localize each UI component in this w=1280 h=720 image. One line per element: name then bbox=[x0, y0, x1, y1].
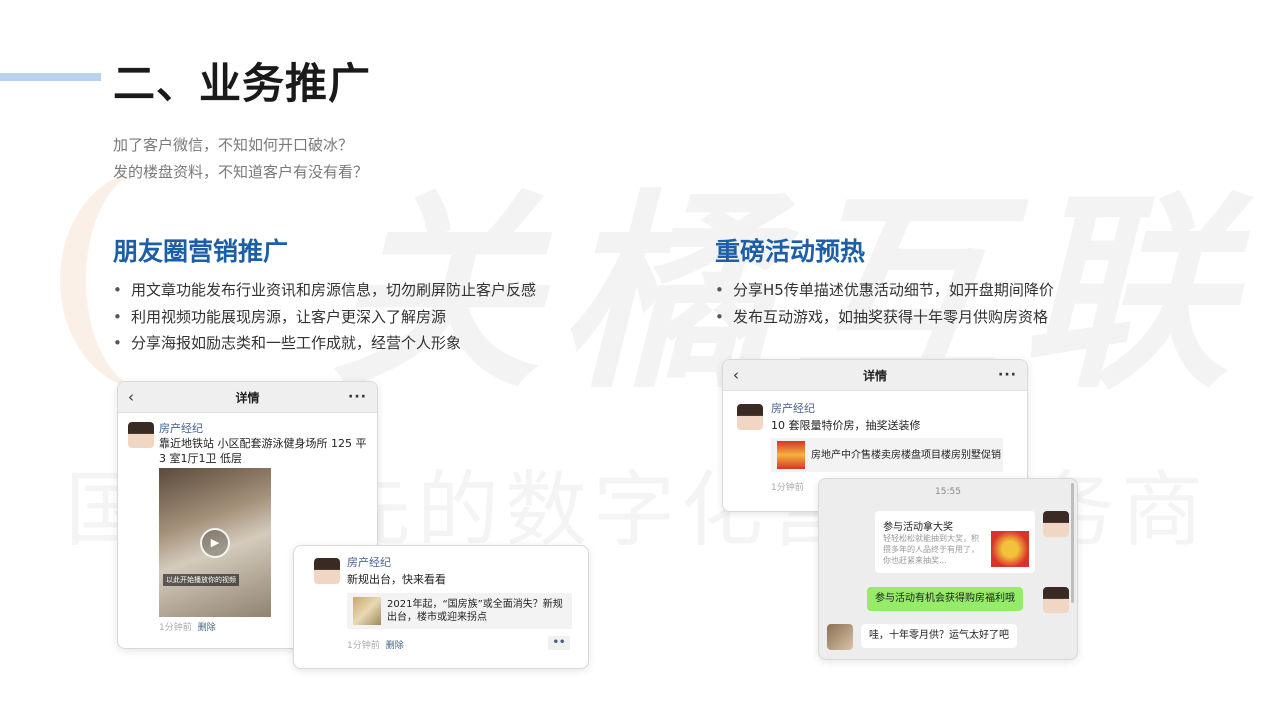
bullet-item: 发布互动游戏，如抽奖获得十年零月供购房资格 bbox=[715, 304, 1054, 331]
more-options-icon[interactable]: ··· bbox=[347, 389, 367, 405]
post-meta: 1分钟前 删除 bbox=[159, 620, 216, 633]
intro-line: 发的楼盘资料，不知道客户有没有看？ bbox=[113, 163, 369, 181]
post-time: 1分钟前 bbox=[771, 483, 804, 493]
promo-title: 房地产中介售楼卖房楼盘项目楼房别墅促销 bbox=[811, 449, 1001, 461]
lottery-thumbnail bbox=[991, 531, 1029, 567]
activity-bullet-list: 分享H5传单描述优惠活动细节，如开盘期间降价 发布互动游戏，如抽奖获得十年零月供… bbox=[715, 277, 1054, 330]
section-title-activity: 重磅活动预热 bbox=[715, 237, 866, 266]
more-options-icon[interactable]: ··· bbox=[997, 367, 1017, 383]
delete-link[interactable]: 删除 bbox=[386, 641, 404, 651]
card-header-title: 详情 bbox=[235, 390, 260, 405]
avatar bbox=[1043, 511, 1069, 537]
avatar bbox=[128, 422, 154, 448]
post-time: 1分钟前 bbox=[159, 623, 192, 633]
article-thumbnail bbox=[353, 597, 381, 625]
moments-bullet-list: 用文章功能发布行业资讯和房源信息，切勿刷屏防止客户反感 利用视频功能展现房源，让… bbox=[113, 277, 536, 357]
card-header-title: 详情 bbox=[862, 368, 887, 383]
video-caption: 以此开始播放你的视频 bbox=[163, 574, 239, 586]
post-time: 1分钟前 bbox=[347, 641, 380, 651]
video-thumbnail[interactable]: ▶ 以此开始播放你的视频 bbox=[159, 468, 271, 617]
back-arrow-icon[interactable]: ‹ bbox=[128, 388, 148, 406]
article-title: 2021年起，“国房族”或全面消失？新规出台，楼市或迎来拐点 bbox=[387, 599, 563, 623]
title-accent-line bbox=[0, 73, 101, 81]
card-header: ‹ 详情 ··· bbox=[118, 382, 377, 413]
chat-window: 15:55 参与活动拿大奖 轻轻松松就能抽到大奖，积攒多年的人品终于有用了，你也… bbox=[818, 478, 1078, 660]
card-header: ‹ 详情 ··· bbox=[723, 360, 1027, 391]
activity-share-card[interactable]: 参与活动拿大奖 轻轻松松就能抽到大奖，积攒多年的人品终于有用了，你也赶紧来抽奖.… bbox=[875, 511, 1035, 573]
avatar bbox=[1043, 587, 1069, 613]
poster-name[interactable]: 房产经纪 bbox=[347, 554, 391, 570]
intro-text: 加了客户微信，不知如何开口破冰？ 发的楼盘资料，不知道客户有没有看？ bbox=[113, 132, 368, 186]
share-card-title: 参与活动拿大奖 bbox=[883, 522, 953, 533]
promo-link[interactable]: 房地产中介售楼卖房楼盘项目楼房别墅促销 bbox=[771, 438, 1003, 472]
chat-message-reply: 哇，十年零月供？运气太好了吧 bbox=[861, 624, 1017, 648]
play-icon[interactable]: ▶ bbox=[200, 528, 230, 558]
intro-line: 加了客户微信，不知如何开口破冰？ bbox=[113, 136, 354, 154]
poster-name[interactable]: 房产经纪 bbox=[771, 400, 815, 416]
post-text: 新规出台，快来看看 bbox=[347, 573, 446, 586]
customer-avatar bbox=[827, 624, 853, 650]
section-title-moments: 朋友圈营销推广 bbox=[113, 237, 289, 266]
bullet-item: 分享海报如励志类和一些工作成就，经营个人形象 bbox=[113, 330, 536, 357]
back-arrow-icon[interactable]: ‹ bbox=[733, 366, 753, 384]
delete-link[interactable]: 删除 bbox=[198, 623, 216, 633]
chat-message-green: 参与活动有机会获得购房福利哦 bbox=[867, 587, 1023, 611]
chat-timestamp: 15:55 bbox=[935, 487, 961, 497]
avatar bbox=[737, 404, 763, 430]
poster-name[interactable]: 房产经纪 bbox=[159, 420, 203, 436]
chat-scrollbar[interactable] bbox=[1071, 483, 1074, 603]
share-card-desc: 轻轻松松就能抽到大奖，积攒多年的人品终于有用了，你也赶紧来抽奖... bbox=[883, 534, 979, 565]
post-text: 靠近地铁站 小区配套游泳健身场所 125 平 3 室1厅1卫 低层 bbox=[159, 437, 367, 465]
page-title: 二、业务推广 bbox=[113, 59, 372, 108]
bullet-item: 利用视频功能展现房源，让客户更深入了解房源 bbox=[113, 304, 536, 331]
post-meta: 1分钟前 删除 bbox=[347, 638, 404, 651]
article-link[interactable]: 2021年起，“国房族”或全面消失？新规出台，楼市或迎来拐点 bbox=[347, 593, 572, 629]
comment-dots-button[interactable]: •• bbox=[548, 636, 570, 650]
bullet-item: 分享H5传单描述优惠活动细节，如开盘期间降价 bbox=[715, 277, 1054, 304]
promo-thumbnail bbox=[777, 441, 805, 469]
moments-post-card: 房产经纪 新规出台，快来看看 2021年起，“国房族”或全面消失？新规出台，楼市… bbox=[293, 545, 589, 669]
post-text: 10 套限量特价房，抽奖送装修 bbox=[771, 419, 921, 432]
bullet-item: 用文章功能发布行业资讯和房源信息，切勿刷屏防止客户反感 bbox=[113, 277, 536, 304]
avatar bbox=[314, 558, 340, 584]
